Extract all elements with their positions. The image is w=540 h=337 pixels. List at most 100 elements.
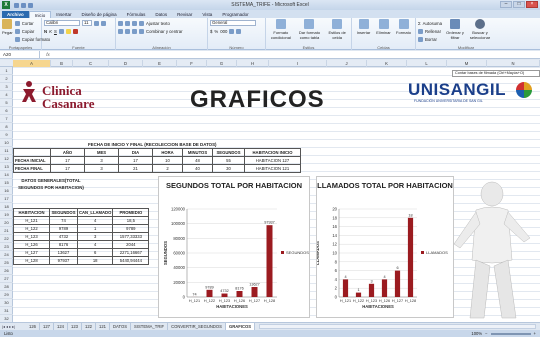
fx-icon[interactable]: fx bbox=[40, 52, 56, 57]
indent-icon[interactable] bbox=[139, 28, 144, 34]
row-header[interactable]: 26 bbox=[0, 267, 13, 275]
orientation-icon[interactable] bbox=[139, 20, 144, 26]
sheet-tab[interactable]: CONVERTIR_SEGUNDOS bbox=[168, 323, 226, 330]
fill-color-icon[interactable] bbox=[65, 28, 71, 34]
column-header[interactable]: D bbox=[109, 60, 143, 67]
align-top-icon[interactable] bbox=[118, 20, 123, 26]
row-header[interactable]: 23 bbox=[0, 243, 13, 251]
percent-icon[interactable]: % bbox=[214, 29, 218, 34]
fill-button[interactable]: Rellenar bbox=[418, 27, 442, 35]
sheet-tab[interactable]: 127 bbox=[40, 323, 54, 330]
row-header[interactable]: 5 bbox=[0, 99, 13, 107]
ribbon-tab[interactable]: Fórmulas bbox=[122, 11, 151, 18]
row-header[interactable]: 17 bbox=[0, 195, 13, 203]
sheet-tab[interactable]: 122 bbox=[82, 323, 96, 330]
format-cells-button[interactable]: Formato bbox=[394, 19, 413, 35]
sheet-tab[interactable]: 121 bbox=[96, 323, 110, 330]
row-header[interactable]: 31 bbox=[0, 307, 13, 315]
ribbon-tab[interactable]: Programador bbox=[217, 11, 253, 18]
row-header[interactable]: 7 bbox=[0, 115, 13, 123]
italic-button[interactable]: K bbox=[49, 29, 52, 34]
row-header[interactable]: 21 bbox=[0, 227, 13, 235]
row-header[interactable]: 29 bbox=[0, 291, 13, 299]
column-header[interactable]: H bbox=[237, 60, 269, 67]
zoom-slider[interactable] bbox=[490, 332, 531, 335]
minimize-button[interactable]: – bbox=[500, 1, 512, 8]
grow-font-icon[interactable] bbox=[94, 20, 99, 26]
column-header[interactable]: G bbox=[207, 60, 237, 67]
sheet-tab[interactable]: 124 bbox=[54, 323, 68, 330]
row-header[interactable]: 16 bbox=[0, 187, 13, 195]
ribbon-tab[interactable]: Diseño de página bbox=[77, 11, 122, 18]
align-middle-icon[interactable] bbox=[125, 20, 130, 26]
sheet-tab[interactable]: DATOS bbox=[110, 323, 132, 330]
format-as-table-button[interactable]: Dar formato como tabla bbox=[296, 19, 324, 40]
sheet-tab[interactable]: SISTEMA_TRIF bbox=[131, 323, 169, 330]
seconds-chart[interactable]: SEGUNDOS TOTAL POR HABITACION 0 20000 4000… bbox=[158, 176, 310, 318]
row-header[interactable]: 14 bbox=[0, 171, 13, 179]
zoom-out-icon[interactable]: − bbox=[485, 330, 487, 337]
borders-icon[interactable] bbox=[58, 28, 64, 34]
underline-button[interactable]: S bbox=[54, 29, 57, 34]
delete-cells-button[interactable]: Eliminar bbox=[374, 19, 393, 35]
ribbon-tab[interactable]: Insertar bbox=[51, 11, 76, 18]
zoom-in-icon[interactable]: + bbox=[534, 330, 536, 337]
row-header[interactable]: 11 bbox=[0, 147, 13, 155]
row-header[interactable]: 22 bbox=[0, 235, 13, 243]
decrease-decimal-icon[interactable] bbox=[236, 28, 242, 34]
row-header[interactable]: 15 bbox=[0, 179, 13, 187]
row-header[interactable]: 24 bbox=[0, 251, 13, 259]
column-header[interactable]: K bbox=[367, 60, 407, 67]
row-header[interactable]: 32 bbox=[0, 315, 13, 322]
thousands-icon[interactable]: 000 bbox=[220, 29, 227, 34]
row-header[interactable]: 9 bbox=[0, 131, 13, 139]
row-header[interactable]: 27 bbox=[0, 275, 13, 283]
row-header[interactable]: 12 bbox=[0, 155, 13, 163]
row-header[interactable]: 28 bbox=[0, 283, 13, 291]
sheet-tab[interactable]: GRAFICOS bbox=[225, 323, 256, 330]
insert-cells-button[interactable]: Insertar bbox=[354, 19, 373, 35]
row-header[interactable]: 20 bbox=[0, 219, 13, 227]
conditional-format-button[interactable]: Formato condicional bbox=[268, 19, 294, 40]
ribbon-tab[interactable]: Revisar bbox=[172, 11, 197, 18]
autosum-button[interactable]: Σ Autosuma bbox=[418, 19, 442, 27]
row-header[interactable]: 4 bbox=[0, 91, 13, 99]
row-header[interactable]: 10 bbox=[0, 139, 13, 147]
shrink-font-icon[interactable] bbox=[101, 20, 106, 26]
font-color-icon[interactable] bbox=[72, 28, 78, 34]
first-sheet-icon[interactable]: |◂ bbox=[2, 324, 5, 329]
paste-button[interactable]: Pegar bbox=[2, 19, 13, 43]
prev-sheet-icon[interactable]: ◂ bbox=[6, 324, 8, 329]
sheet-tab[interactable]: 123 bbox=[68, 323, 82, 330]
currency-icon[interactable]: $ bbox=[210, 29, 212, 34]
font-size-select[interactable]: 11 bbox=[82, 20, 92, 26]
ribbon-tab[interactable]: Datos bbox=[150, 11, 172, 18]
align-left-icon[interactable] bbox=[118, 28, 123, 34]
increase-decimal-icon[interactable] bbox=[229, 28, 235, 34]
align-right-icon[interactable] bbox=[132, 28, 137, 34]
column-header[interactable]: C bbox=[73, 60, 109, 67]
number-format-select[interactable]: General bbox=[210, 20, 256, 26]
close-button[interactable]: × bbox=[526, 1, 538, 8]
row-header[interactable]: 8 bbox=[0, 123, 13, 131]
column-header[interactable]: I bbox=[269, 60, 327, 67]
column-header[interactable]: A bbox=[13, 60, 51, 67]
clear-button[interactable]: Borrar bbox=[418, 35, 442, 43]
row-header[interactable]: 1 bbox=[0, 67, 13, 75]
column-header[interactable]: J bbox=[327, 60, 367, 67]
row-header[interactable]: 19 bbox=[0, 211, 13, 219]
cell-styles-button[interactable]: Estilos de celda bbox=[325, 19, 349, 40]
name-box[interactable]: A20 bbox=[0, 51, 40, 58]
column-header[interactable]: E bbox=[143, 60, 177, 67]
ribbon-tab[interactable]: Archivo bbox=[2, 11, 29, 18]
font-name-select[interactable]: Calibri bbox=[44, 20, 80, 26]
row-header[interactable]: 3 bbox=[0, 83, 13, 91]
sheet-tab[interactable]: 126 bbox=[26, 323, 40, 330]
column-header[interactable]: F bbox=[177, 60, 207, 67]
horizontal-scrollbar[interactable] bbox=[259, 324, 536, 329]
maximize-button[interactable]: □ bbox=[513, 1, 525, 8]
column-header[interactable]: L bbox=[407, 60, 447, 67]
column-header[interactable]: B bbox=[51, 60, 73, 67]
row-header[interactable]: 13 bbox=[0, 163, 13, 171]
column-header[interactable]: N bbox=[487, 60, 540, 67]
